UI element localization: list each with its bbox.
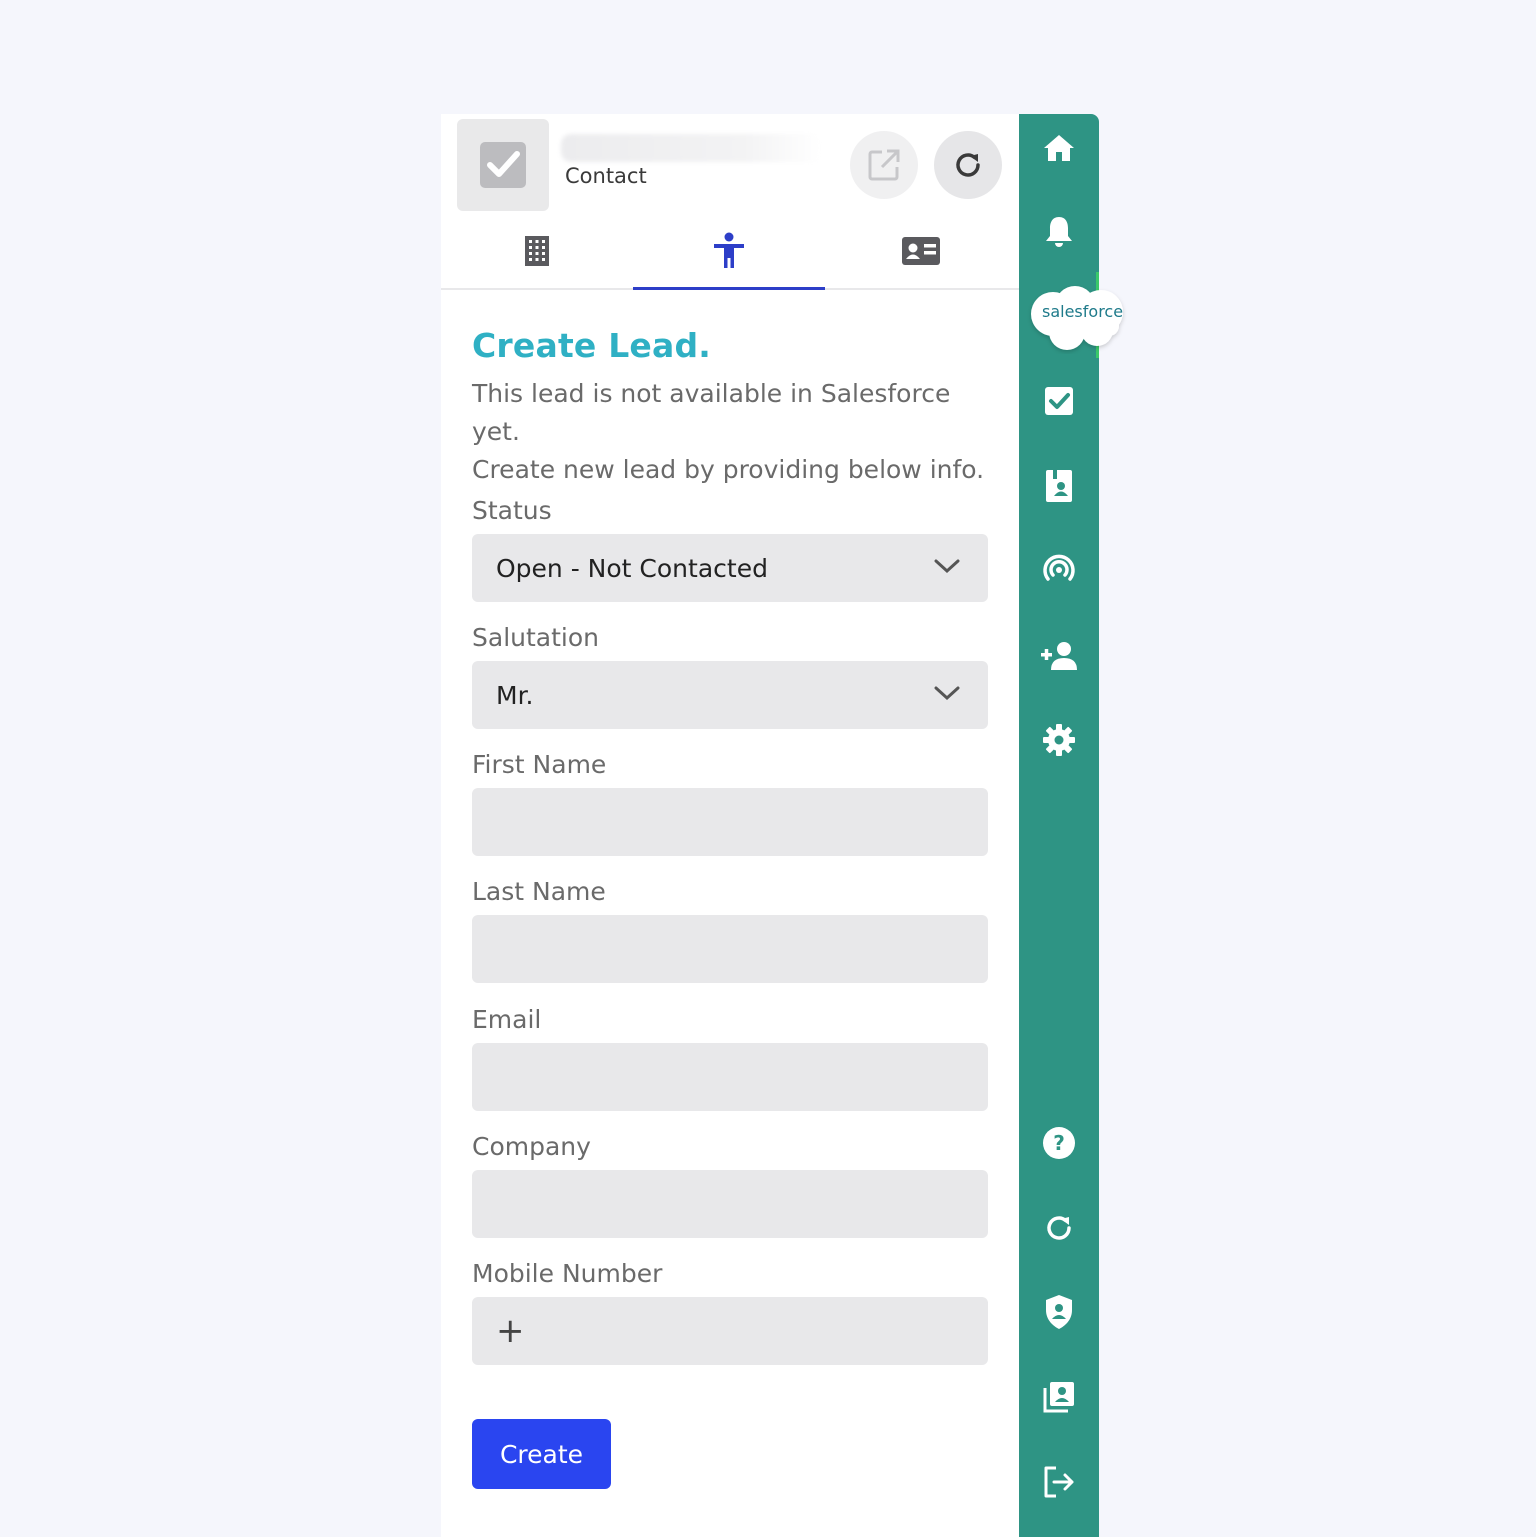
company-input[interactable]: [496, 1188, 964, 1220]
checkbox-icon: [480, 142, 526, 188]
create-button[interactable]: Create: [472, 1419, 611, 1489]
company-field: Company: [472, 1130, 988, 1238]
record-name-redacted: [561, 134, 821, 162]
status-value: Open - Not Contacted: [496, 553, 768, 583]
chevron-down-icon: [934, 686, 960, 701]
bell-icon: [1046, 217, 1072, 247]
sidebar-item-security[interactable]: [1019, 1290, 1099, 1334]
tab-contact[interactable]: [825, 214, 1017, 288]
sidebar-item-notifications[interactable]: [1019, 210, 1099, 254]
gear-icon: [1043, 724, 1075, 756]
sidebar-item-logout[interactable]: [1019, 1460, 1099, 1504]
logout-icon: [1044, 1466, 1074, 1498]
form-title: Create Lead.: [472, 326, 712, 365]
contact-book-icon: [1046, 470, 1072, 502]
svg-text:?: ?: [1053, 1131, 1065, 1155]
refresh-button[interactable]: [934, 131, 1002, 199]
person-icon: [714, 232, 744, 268]
refresh-icon: [956, 153, 980, 177]
task-check-icon: [1045, 387, 1073, 415]
mobile-number-input[interactable]: [538, 1315, 964, 1347]
sidebar-item-address-book[interactable]: [1019, 1375, 1099, 1419]
last-name-input-wrapper[interactable]: [472, 915, 988, 983]
sync-icon: [1047, 1216, 1071, 1240]
mobile-number-label: Mobile Number: [472, 1259, 663, 1288]
status-label: Status: [472, 496, 552, 525]
sidebar-item-broadcast[interactable]: [1019, 548, 1099, 592]
sidebar-item-add-user[interactable]: [1019, 634, 1099, 678]
first-name-input-wrapper[interactable]: [472, 788, 988, 856]
tab-account[interactable]: [441, 214, 633, 288]
chevron-down-icon: [934, 559, 960, 574]
sidebar-item-settings[interactable]: [1019, 718, 1099, 762]
sidebar-item-help[interactable]: ?: [1019, 1121, 1099, 1165]
sidebar-item-sync[interactable]: [1019, 1206, 1099, 1250]
building-icon: [525, 236, 549, 266]
record-type-label: Contact: [565, 164, 647, 188]
form-description-line: This lead is not available in Salesforce…: [472, 379, 951, 446]
status-field: Status Open - Not Contacted: [472, 494, 988, 602]
country-code-prefix: +: [496, 1311, 525, 1351]
sidebar-item-tasks[interactable]: [1019, 379, 1099, 423]
first-name-input[interactable]: [496, 806, 964, 838]
add-user-icon: [1041, 642, 1077, 670]
form-description: This lead is not available in Salesforce…: [472, 375, 988, 489]
company-input-wrapper[interactable]: [472, 1170, 988, 1238]
email-input-wrapper[interactable]: [472, 1043, 988, 1111]
broadcast-icon: [1043, 554, 1075, 581]
status-select[interactable]: Open - Not Contacted: [472, 534, 988, 602]
mobile-number-field: Mobile Number +: [472, 1257, 988, 1365]
salutation-label: Salutation: [472, 623, 599, 652]
last-name-input[interactable]: [496, 933, 964, 965]
address-book-icon: [1043, 1382, 1074, 1413]
mobile-number-input-wrapper[interactable]: +: [472, 1297, 988, 1365]
last-name-field: Last Name: [472, 875, 988, 983]
sidebar-item-contacts[interactable]: [1019, 464, 1099, 508]
home-icon: [1044, 135, 1074, 161]
tab-lead[interactable]: [633, 214, 825, 290]
email-label: Email: [472, 1005, 542, 1034]
record-tabs: [441, 214, 1019, 290]
external-link-icon: [868, 149, 900, 181]
salutation-value: Mr.: [496, 680, 534, 710]
create-lead-form: Create Lead. This lead is not available …: [472, 326, 988, 1489]
salutation-field: Salutation Mr.: [472, 621, 988, 729]
form-description-line: Create new lead by providing below info.: [472, 455, 985, 484]
shield-user-icon: [1046, 1295, 1072, 1329]
last-name-label: Last Name: [472, 877, 606, 906]
salutation-select[interactable]: Mr.: [472, 661, 988, 729]
company-label: Company: [472, 1132, 591, 1161]
record-avatar: [457, 119, 549, 211]
salesforce-brand-text: salesforce: [1042, 302, 1124, 321]
email-field: Email: [472, 1003, 988, 1111]
email-input[interactable]: [496, 1061, 964, 1093]
open-external-button[interactable]: [850, 131, 918, 199]
first-name-field: First Name: [472, 748, 988, 856]
first-name-label: First Name: [472, 750, 607, 779]
contact-card-icon: [902, 237, 940, 265]
lead-panel: Contact Create Lead. This lead is not av…: [441, 114, 1019, 1537]
help-icon: ?: [1043, 1127, 1075, 1159]
sidebar-item-home[interactable]: [1019, 126, 1099, 170]
